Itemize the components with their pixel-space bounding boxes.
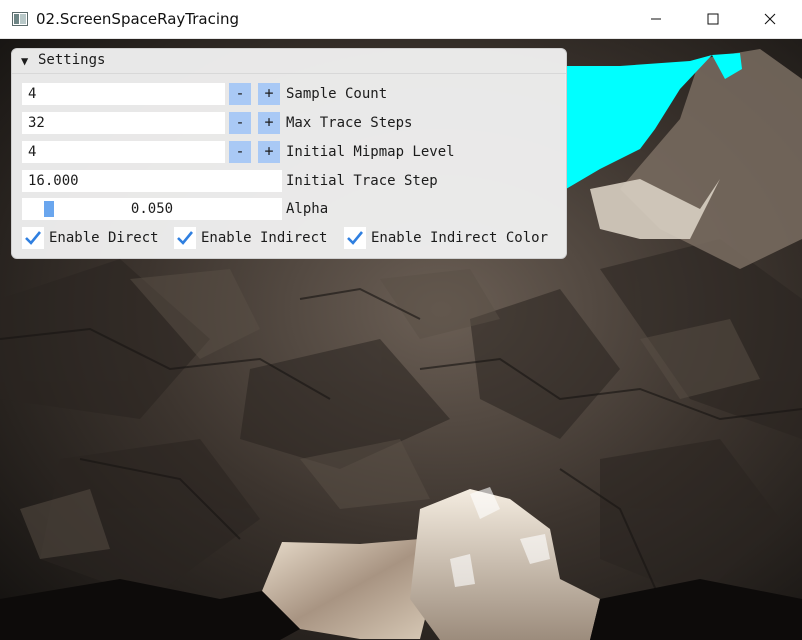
alpha-slider-value: 0.050 (130, 201, 174, 217)
checkbox-row: Enable Direct Enable Indirect Enable Ind… (12, 227, 566, 249)
enable-direct-box[interactable] (22, 227, 44, 249)
enable-indirect-color-box[interactable] (344, 227, 366, 249)
sample-count-row: 4 - + Sample Count (12, 83, 566, 105)
minimize-icon (650, 13, 662, 25)
max-trace-steps-label: Max Trace Steps (286, 115, 413, 131)
enable-direct-label: Enable Direct (49, 230, 159, 246)
alpha-label: Alpha (286, 201, 329, 217)
maximize-button[interactable] (684, 0, 742, 38)
close-icon (764, 13, 776, 25)
sample-count-decrement-button[interactable]: - (229, 83, 251, 105)
initial-mipmap-level-input[interactable]: 4 (22, 141, 225, 163)
app-window-icon (12, 11, 28, 26)
maximize-icon (707, 13, 719, 25)
max-trace-steps-row: 32 - + Max Trace Steps (12, 112, 566, 134)
checkmark-icon (25, 231, 41, 245)
alpha-row: 0.050 Alpha (12, 198, 566, 220)
enable-indirect-color-label: Enable Indirect Color (371, 230, 549, 246)
initial-mipmap-level-row: 4 - + Initial Mipmap Level (12, 141, 566, 163)
settings-title: Settings (38, 52, 106, 68)
alpha-slider[interactable]: 0.050 (22, 198, 282, 220)
enable-indirect-box[interactable] (174, 227, 196, 249)
sample-count-label: Sample Count (286, 86, 388, 102)
max-trace-steps-input[interactable]: 32 (22, 112, 225, 134)
minimize-button[interactable] (627, 0, 685, 38)
window-title: 02.ScreenSpaceRayTracing (36, 10, 240, 28)
triangle-down-icon[interactable]: ▼ (21, 54, 28, 68)
close-button[interactable] (741, 0, 799, 38)
checkmark-icon (177, 231, 193, 245)
initial-mipmap-level-decrement-button[interactable]: - (229, 141, 251, 163)
max-trace-steps-decrement-button[interactable]: - (229, 112, 251, 134)
settings-panel[interactable]: ▼ Settings 4 - + Sample Count 32 - + Max… (11, 48, 567, 259)
initial-mipmap-level-increment-button[interactable]: + (258, 141, 280, 163)
initial-trace-step-input[interactable]: 16.000 (22, 170, 282, 192)
enable-indirect-label: Enable Indirect (201, 230, 328, 246)
settings-header[interactable]: ▼ Settings (12, 49, 566, 74)
max-trace-steps-increment-button[interactable]: + (258, 112, 280, 134)
initial-mipmap-level-label: Initial Mipmap Level (286, 144, 455, 160)
sample-count-increment-button[interactable]: + (258, 83, 280, 105)
checkmark-icon (347, 231, 363, 245)
initial-trace-step-row: 16.000 Initial Trace Step (12, 170, 566, 192)
sample-count-input[interactable]: 4 (22, 83, 225, 105)
window-title-bar[interactable]: 02.ScreenSpaceRayTracing (0, 0, 802, 39)
initial-trace-step-label: Initial Trace Step (286, 173, 438, 189)
